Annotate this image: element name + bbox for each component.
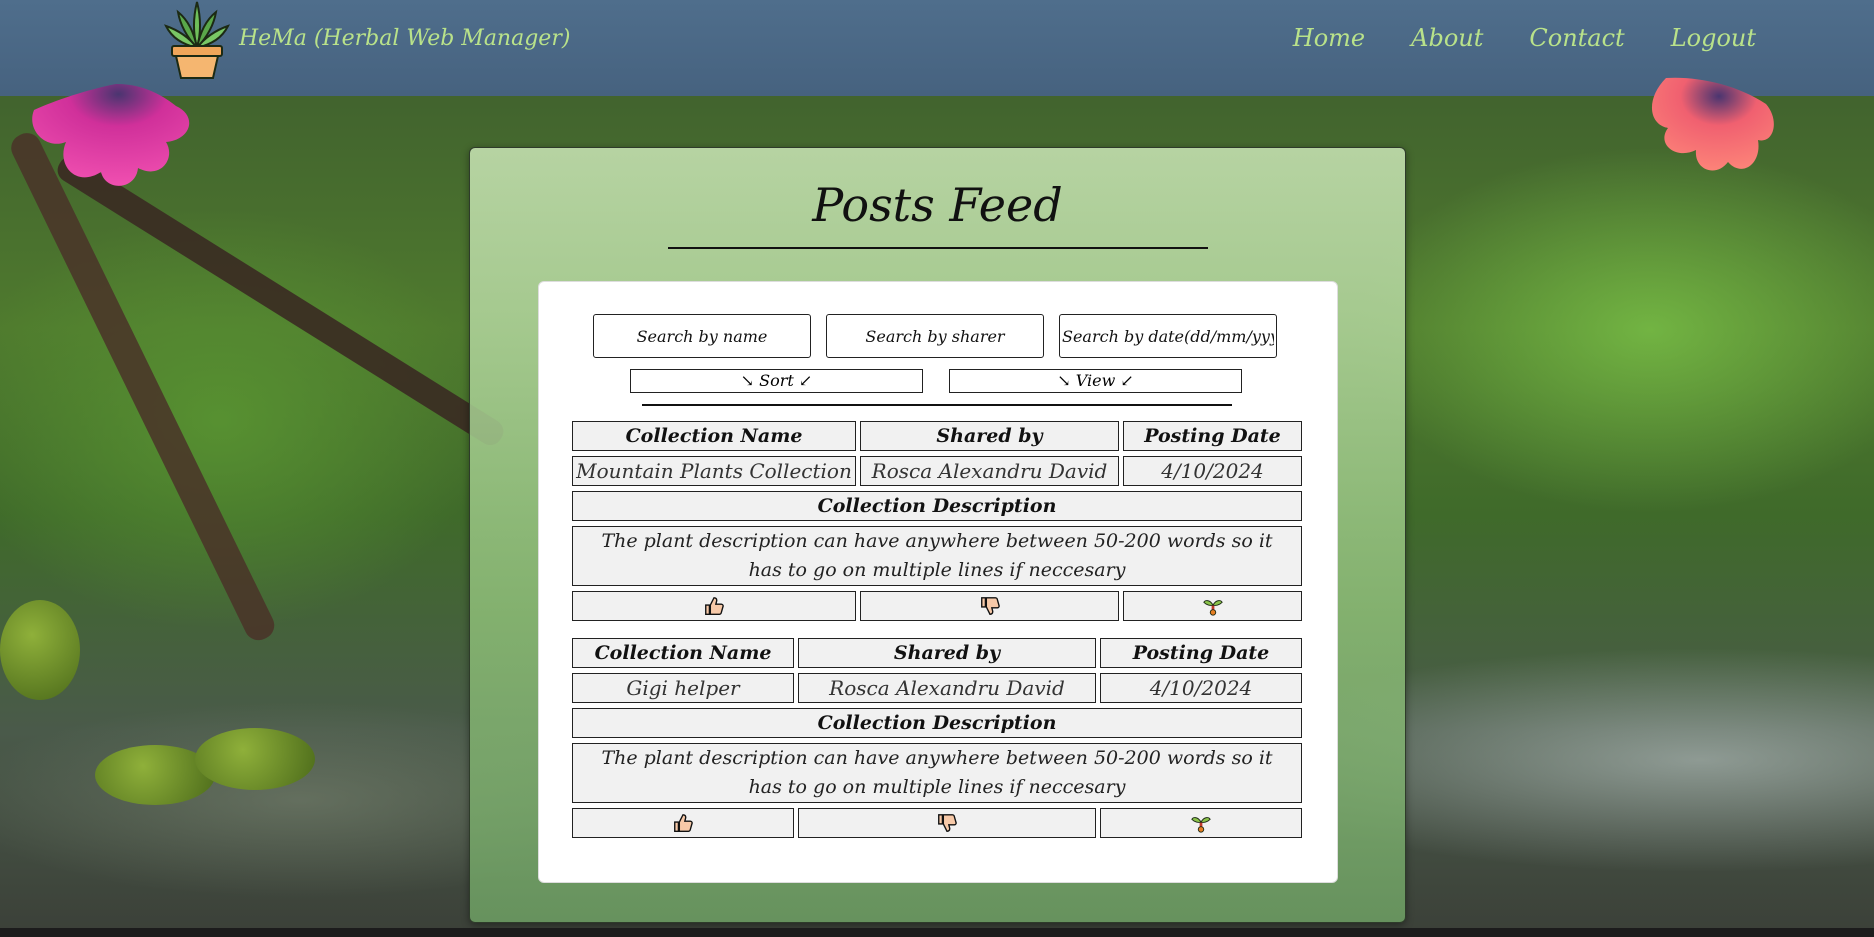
like-button[interactable] (572, 591, 856, 621)
mossy-rock (195, 728, 315, 790)
nav-logout-link[interactable]: Logout (1671, 24, 1756, 52)
sort-button[interactable]: ↘ Sort ↙ (630, 369, 923, 393)
add-collection-button[interactable] (1100, 808, 1302, 838)
brand-title: HeMa (Herbal Web Manager) (239, 26, 571, 51)
pink-flower-decoration-icon (32, 84, 190, 186)
posting-date-value: 4/10/2024 (1123, 456, 1302, 486)
shared-by-header: Shared by (860, 421, 1119, 451)
posts-feed-panel: Posts Feed ↘ Sort ↙ ↘ View ↙ Collection … (469, 147, 1406, 923)
like-button[interactable] (572, 808, 794, 838)
post-item: Collection Name Shared by Posting Date G… (572, 638, 1302, 843)
search-by-sharer-input[interactable] (826, 314, 1044, 358)
thumbs-down-icon (980, 597, 1000, 615)
shared-by-value: Rosca Alexandru David (798, 673, 1096, 703)
potted-plant-logo-icon (164, 1, 230, 79)
add-collection-button[interactable] (1123, 591, 1302, 621)
collection-description-text: The plant description can have anywhere … (572, 526, 1302, 586)
bottom-bar (0, 928, 1874, 937)
dislike-button[interactable] (798, 808, 1096, 838)
view-button[interactable]: ↘ View ↙ (949, 369, 1242, 393)
search-by-date-input[interactable] (1059, 314, 1277, 358)
posting-date-header: Posting Date (1100, 638, 1302, 668)
page-title: Posts Feed (812, 178, 1063, 232)
post-item: Collection Name Shared by Posting Date M… (572, 421, 1302, 626)
posting-date-header: Posting Date (1123, 421, 1302, 451)
shared-by-value: Rosca Alexandru David (860, 456, 1119, 486)
collection-description-header: Collection Description (572, 708, 1302, 738)
nav-home-link[interactable]: Home (1293, 24, 1365, 52)
collection-name-value: Gigi helper (572, 673, 794, 703)
title-divider (668, 247, 1208, 249)
top-navigation-bar: HeMa (Herbal Web Manager) Home About Con… (0, 0, 1874, 96)
collection-name-value: Mountain Plants Collection (572, 456, 856, 486)
controls-divider (642, 404, 1232, 406)
search-by-name-input[interactable] (593, 314, 811, 358)
nav-about-link[interactable]: About (1411, 24, 1483, 52)
thumbs-up-icon (705, 597, 724, 615)
collection-name-header: Collection Name (572, 421, 856, 451)
thumbs-up-icon (674, 814, 693, 832)
sprout-icon (1191, 817, 1211, 833)
collection-description-header: Collection Description (572, 491, 1302, 521)
main-nav: Home About Contact Logout (1293, 24, 1756, 52)
shared-by-header: Shared by (798, 638, 1096, 668)
feed-card: ↘ Sort ↙ ↘ View ↙ Collection Name Shared… (538, 281, 1338, 883)
thumbs-down-icon (938, 814, 957, 832)
dislike-button[interactable] (860, 591, 1119, 621)
collection-name-header: Collection Name (572, 638, 794, 668)
mossy-rock (0, 600, 80, 700)
nav-contact-link[interactable]: Contact (1529, 24, 1624, 52)
coral-flower-decoration-icon (1651, 77, 1774, 171)
posting-date-value: 4/10/2024 (1100, 673, 1302, 703)
sprout-icon (1202, 600, 1223, 616)
collection-description-text: The plant description can have anywhere … (572, 743, 1302, 803)
